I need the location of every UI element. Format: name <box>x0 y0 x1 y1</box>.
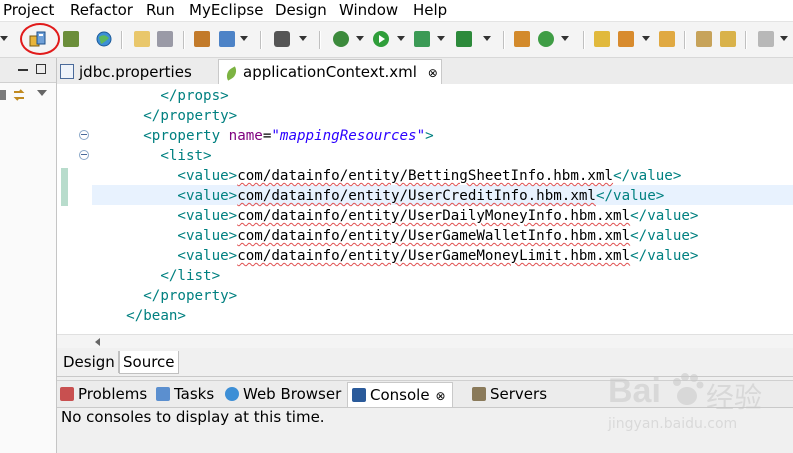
code-line: </property> <box>143 288 238 304</box>
editor-gutter <box>57 84 89 334</box>
red-annotation-circle <box>20 23 60 55</box>
globe-icon[interactable] <box>95 30 113 48</box>
code-line: </bean> <box>126 308 186 324</box>
left-panel-header <box>0 58 56 83</box>
run-icon[interactable] <box>372 30 390 48</box>
dropdown-arrow[interactable] <box>483 36 491 41</box>
tab-servers[interactable]: Servers <box>472 383 547 405</box>
web-settings-icon[interactable] <box>218 30 236 48</box>
dropdown-arrow[interactable] <box>356 36 364 41</box>
scroll-left-icon[interactable] <box>95 338 100 346</box>
menu-project[interactable]: Project <box>3 0 54 21</box>
dropdown-arrow[interactable] <box>561 36 569 41</box>
console-empty-message: No consoles to display at this time. <box>61 408 325 426</box>
tab-label: applicationContext.xml <box>243 63 417 81</box>
dropdown-arrow[interactable] <box>642 36 650 41</box>
dropdown-arrow[interactable] <box>437 36 445 41</box>
code-line: <value>com/datainfo/entity/UserDailyMone… <box>177 208 699 224</box>
menu-refactor[interactable]: Refactor <box>70 0 133 21</box>
search-icon[interactable] <box>617 30 635 48</box>
open-type-icon[interactable] <box>593 30 611 48</box>
new-class-icon[interactable] <box>537 30 555 48</box>
menu-myeclipse[interactable]: MyEclipse <box>189 0 263 21</box>
tasks-icon <box>156 387 170 401</box>
tab-console[interactable]: Console ⊗ <box>347 382 453 407</box>
code-line: </props> <box>160 88 229 104</box>
collapse-all-icon[interactable] <box>0 90 6 100</box>
new-package-icon[interactable] <box>513 30 531 48</box>
menu-window[interactable]: Window <box>339 0 398 21</box>
tab-problems[interactable]: Problems <box>60 383 147 405</box>
fold-toggle-icon[interactable] <box>79 150 89 160</box>
camera-icon[interactable] <box>273 30 291 48</box>
code-line: </property> <box>143 108 238 124</box>
open-folder-icon[interactable] <box>133 30 151 48</box>
tab-tasks[interactable]: Tasks <box>156 383 214 405</box>
properties-file-icon <box>60 64 74 79</box>
tab-label: jdbc.properties <box>79 63 192 81</box>
close-tab-icon[interactable]: ⊗ <box>436 389 446 403</box>
code-line: <value>com/datainfo/entity/UserGameWalle… <box>177 228 699 244</box>
code-line: <value>com/datainfo/entity/UserGameMoney… <box>177 248 699 264</box>
link-editor-icon[interactable] <box>12 88 26 102</box>
next-annotation-icon[interactable] <box>757 30 775 48</box>
left-view-panel <box>0 58 57 453</box>
change-marker <box>61 168 68 206</box>
toolbar-dropdown-arrow[interactable] <box>0 36 8 41</box>
debug-icon[interactable] <box>332 30 350 48</box>
view-menu-icon[interactable] <box>37 90 47 96</box>
jar-icon[interactable] <box>156 30 174 48</box>
new-table-icon[interactable] <box>193 30 211 48</box>
coverage-icon[interactable] <box>413 30 431 48</box>
tab-web-browser[interactable]: Web Browser <box>225 383 341 405</box>
code-line: <list> <box>160 148 212 164</box>
editor-tab-bar: jdbc.properties applicationContext.xml ⊗ <box>57 58 793 85</box>
minimize-icon[interactable] <box>18 69 28 71</box>
menu-run[interactable]: Run <box>146 0 175 21</box>
paw-icon <box>673 373 704 405</box>
tab-source[interactable]: Source <box>119 351 179 374</box>
xml-source-editor[interactable]: </props> </property> <property name="map… <box>57 84 793 334</box>
external-tools-icon[interactable] <box>455 30 473 48</box>
dropdown-arrow[interactable] <box>240 36 248 41</box>
code-line: <value>com/datainfo/entity/BettingSheetI… <box>177 168 682 184</box>
maximize-icon[interactable] <box>36 64 46 74</box>
dropdown-arrow[interactable] <box>299 36 307 41</box>
menu-design[interactable]: Design <box>275 0 327 21</box>
server-icon[interactable] <box>62 30 80 48</box>
toggle-mark-icon[interactable] <box>719 30 737 48</box>
problems-icon <box>60 387 74 401</box>
open-task-icon[interactable] <box>658 30 676 48</box>
dropdown-arrow[interactable] <box>397 36 405 41</box>
spring-leaf-icon <box>223 66 240 81</box>
annotation-icon[interactable] <box>695 30 713 48</box>
tab-jdbc-properties[interactable]: jdbc.properties <box>60 60 217 84</box>
menu-bar: Project Refactor Run MyEclipse Design Wi… <box>0 0 793 22</box>
main-toolbar <box>0 22 793 58</box>
globe-icon <box>225 387 239 401</box>
servers-icon <box>472 387 486 401</box>
tab-design[interactable]: Design <box>60 351 119 373</box>
tab-application-context[interactable]: applicationContext.xml ⊗ <box>218 59 442 85</box>
close-tab-icon[interactable]: ⊗ <box>428 66 438 80</box>
horizontal-scrollbar[interactable] <box>57 334 793 349</box>
console-icon <box>352 388 366 402</box>
code-line: </list> <box>160 268 221 284</box>
dropdown-arrow[interactable] <box>780 36 788 41</box>
fold-toggle-icon[interactable] <box>79 130 89 140</box>
code-line: <value>com/datainfo/entity/UserCreditInf… <box>177 188 665 204</box>
menu-help[interactable]: Help <box>413 0 447 21</box>
code-line: <property name="mappingResources"> <box>143 128 434 144</box>
baidu-jingyan-watermark: Bai 经验 jingyan.baidu.com <box>608 372 763 432</box>
